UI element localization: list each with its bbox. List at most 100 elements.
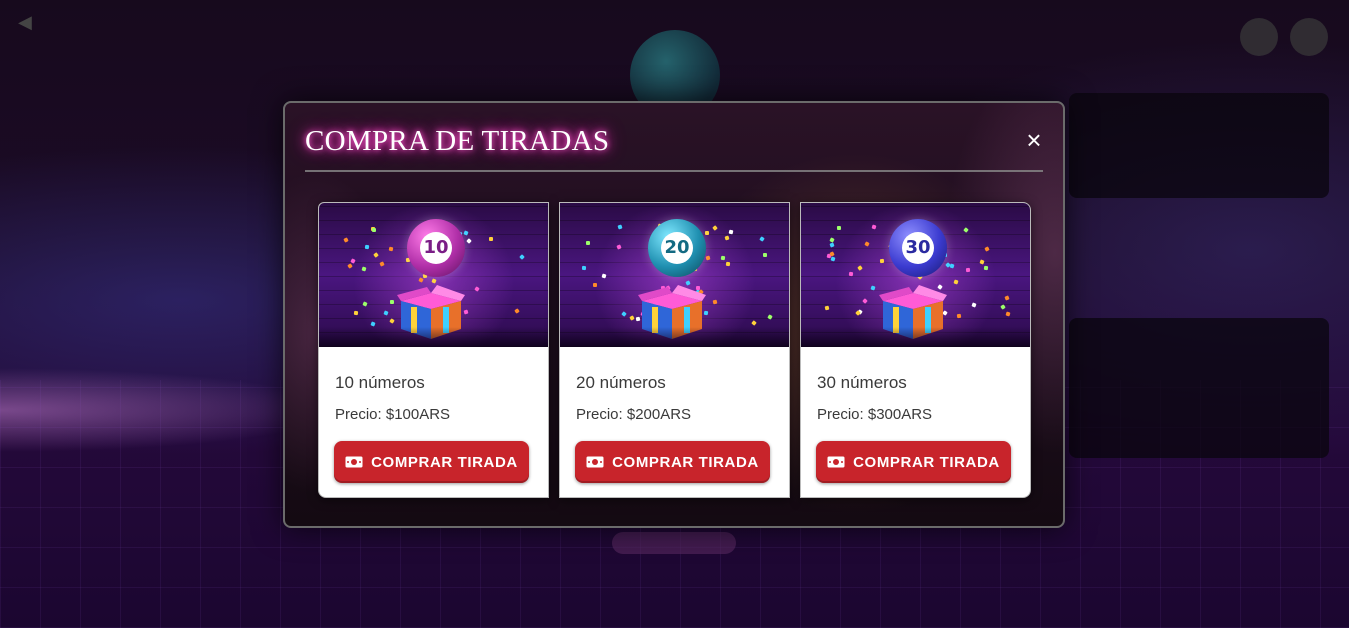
confetti-piece [712, 225, 718, 231]
confetti-piece [601, 273, 607, 279]
confetti-piece [984, 246, 990, 252]
confetti-piece [489, 237, 493, 241]
confetti-piece [364, 244, 370, 250]
package-quantity: 30 números [817, 373, 907, 392]
confetti-piece [857, 265, 863, 271]
background-panel [1069, 93, 1329, 198]
confetti-piece [963, 227, 969, 233]
confetti-piece [762, 252, 768, 258]
confetti-piece [712, 299, 718, 305]
package-image: 10 [319, 203, 548, 347]
confetti-piece [389, 318, 395, 324]
package-card: 30 30 números Precio: $300ARS COMPRAR TI… [800, 202, 1031, 498]
cash-icon [827, 456, 845, 468]
title-divider [305, 170, 1043, 172]
confetti-piece [379, 261, 385, 267]
background-round-button [1290, 18, 1328, 56]
confetti-piece [519, 254, 525, 260]
back-arrow-icon: ◀ [18, 12, 32, 32]
confetti-piece [361, 266, 367, 272]
buy-button[interactable]: COMPRAR TIRADA [334, 441, 529, 483]
confetti-piece [383, 310, 389, 316]
package-image: 20 [560, 203, 789, 347]
package-image: 30 [801, 203, 1030, 347]
confetti-piece [830, 256, 836, 262]
cash-icon [586, 456, 604, 468]
confetti-piece [829, 242, 835, 248]
confetti-piece [463, 230, 469, 236]
confetti-piece [979, 259, 985, 265]
close-icon[interactable]: × [1023, 127, 1045, 153]
confetti-piece [388, 246, 394, 252]
confetti-piece [879, 258, 885, 264]
buy-button-label: COMPRAR TIRADA [853, 453, 1000, 471]
confetti-piece [629, 315, 635, 321]
confetti-piece [971, 302, 977, 308]
confetti-piece [829, 251, 835, 257]
confetti-piece [824, 305, 830, 311]
package-quantity: 20 números [576, 373, 666, 392]
confetti-piece [767, 314, 773, 320]
package-price: Precio: $200ARS [576, 406, 692, 423]
confetti-piece [720, 255, 726, 261]
confetti-piece [370, 321, 376, 327]
confetti-piece [585, 240, 591, 246]
buy-button[interactable]: COMPRAR TIRADA [816, 441, 1011, 483]
buy-button-label: COMPRAR TIRADA [612, 453, 759, 471]
confetti-piece [983, 265, 989, 271]
purchase-modal: COMPRA DE TIRADAS × 10 10 números Precio… [283, 101, 1065, 528]
confetti-piece [728, 229, 734, 235]
background-pill [612, 532, 736, 554]
confetti-piece [724, 235, 730, 241]
confetti-piece [751, 320, 757, 326]
gift-box-icon [879, 285, 947, 339]
confetti-piece [864, 241, 870, 247]
confetti-piece [705, 231, 709, 235]
modal-title: COMPRA DE TIRADAS [305, 125, 610, 157]
confetti-piece [829, 237, 835, 243]
confetti-piece [616, 244, 622, 250]
confetti-piece [350, 258, 356, 264]
cash-icon [345, 456, 363, 468]
confetti-piece [848, 271, 854, 277]
confetti-piece [871, 224, 877, 230]
buy-button[interactable]: COMPRAR TIRADA [575, 441, 770, 483]
confetti-piece [870, 285, 876, 291]
confetti-piece [347, 263, 353, 269]
gift-box-icon [397, 285, 465, 339]
confetti-piece [759, 236, 765, 242]
confetti-piece [836, 225, 842, 231]
confetti-piece [725, 261, 731, 267]
package-price: Precio: $300ARS [817, 406, 933, 423]
package-card: 20 20 números Precio: $200ARS COMPRAR TI… [559, 202, 790, 498]
confetti-piece [362, 301, 368, 307]
confetti-piece [343, 237, 349, 243]
confetti-piece [514, 308, 520, 314]
buy-button-label: COMPRAR TIRADA [371, 453, 518, 471]
confetti-piece [373, 252, 379, 258]
confetti-piece [1000, 304, 1006, 310]
package-card: 10 10 números Precio: $100ARS COMPRAR TI… [318, 202, 549, 498]
confetti-piece [353, 310, 359, 316]
confetti-piece [705, 255, 711, 261]
ball-icon: 20 [648, 219, 706, 277]
confetti-piece [965, 267, 971, 273]
ball-number: 20 [661, 232, 693, 264]
confetti-piece [953, 279, 959, 285]
confetti-piece [593, 283, 597, 287]
confetti-piece [617, 224, 623, 230]
package-price: Precio: $100ARS [335, 406, 451, 423]
confetti-piece [956, 313, 962, 319]
package-quantity: 10 números [335, 373, 425, 392]
confetti-piece [581, 265, 587, 271]
confetti-piece [862, 298, 868, 304]
gift-box-icon [638, 285, 706, 339]
background-panel [1069, 318, 1329, 458]
confetti-piece [1004, 295, 1010, 301]
confetti-piece [371, 227, 377, 233]
confetti-piece [1005, 311, 1011, 317]
confetti-piece [621, 311, 627, 317]
ball-icon: 30 [889, 219, 947, 277]
confetti-piece [466, 238, 472, 244]
confetti-piece [474, 286, 480, 292]
